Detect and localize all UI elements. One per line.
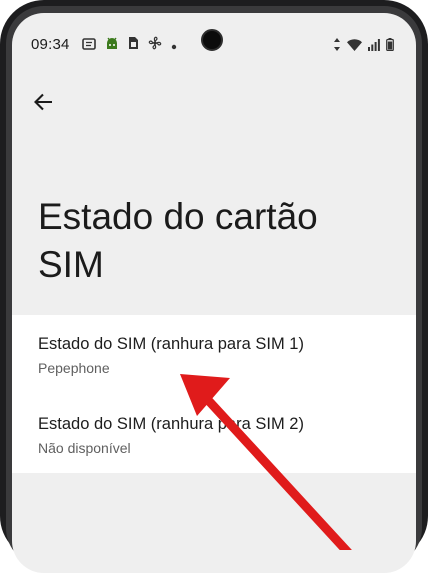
message-icon — [82, 37, 96, 54]
status-bar: 09:34 — [12, 13, 416, 53]
page-title-line2: SIM — [38, 244, 104, 285]
front-camera — [201, 29, 223, 51]
list-item-title: Estado do SIM (ranhura para SIM 1) — [38, 335, 304, 353]
battery-icon — [386, 38, 394, 55]
sim-status-list: Estado do SIM (ranhura para SIM 1) Pepep… — [12, 315, 416, 473]
list-item-subtitle: Não disponível — [38, 440, 131, 456]
status-icons-left — [82, 36, 177, 54]
back-button[interactable] — [30, 91, 56, 117]
list-item-sim2[interactable]: Estado do SIM (ranhura para SIM 2) Não d… — [38, 415, 398, 456]
status-icons-right — [333, 38, 394, 55]
status-time: 09:34 — [31, 36, 70, 53]
wifi-icon — [347, 38, 362, 55]
sim-icon — [128, 36, 139, 54]
page-title-line1: Estado do cartão — [38, 196, 318, 237]
list-item-sim1[interactable]: Estado do SIM (ranhura para SIM 1) Pepep… — [38, 335, 398, 376]
screen: 09:34 Estado do cartão SIM Estado do SIM… — [12, 13, 416, 573]
data-arrows-icon — [333, 38, 341, 55]
page-title: Estado do cartão SIM — [38, 193, 378, 289]
dot-icon — [171, 37, 177, 54]
list-item-subtitle: Pepephone — [38, 360, 110, 376]
arrow-left-icon — [32, 91, 54, 118]
signal-icon — [368, 38, 380, 55]
list-item-title: Estado do SIM (ranhura para SIM 2) — [38, 415, 304, 433]
fan-icon — [148, 36, 162, 54]
android-icon — [105, 37, 119, 54]
